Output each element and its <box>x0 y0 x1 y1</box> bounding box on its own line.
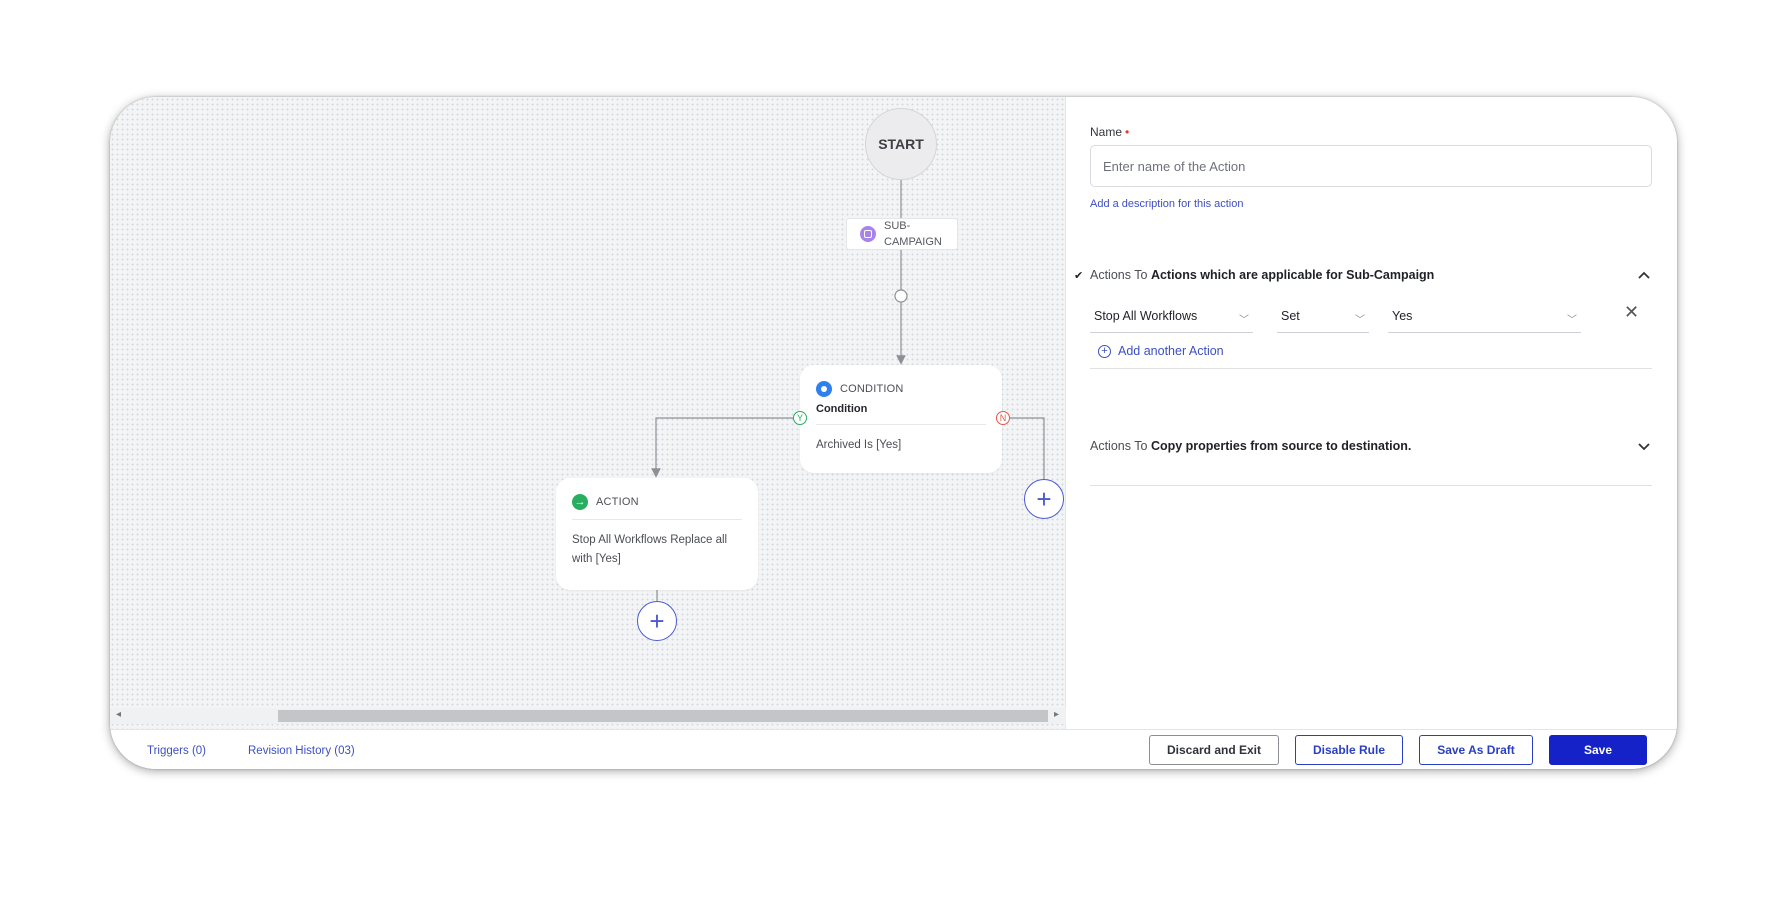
action-name-input[interactable] <box>1090 145 1652 187</box>
check-icon: ✔ <box>1074 269 1084 282</box>
section1-prefix: Actions To <box>1090 268 1148 282</box>
section-header-copy-properties[interactable]: Actions To Copy properties from source t… <box>1066 434 1677 458</box>
required-marker: • <box>1125 125 1130 139</box>
footer-bar: Triggers (0) Revision History (03) Disca… <box>110 729 1677 769</box>
chevron-down-icon[interactable] <box>1636 438 1652 454</box>
section2-prefix: Actions To <box>1090 439 1148 453</box>
action-field-select[interactable]: Stop All Workflows ﹀ <box>1090 305 1253 333</box>
action-card[interactable]: → ACTION Stop All Workflows Replace all … <box>556 478 758 590</box>
add-node-after-action-button[interactable]: + <box>637 601 677 641</box>
yes-branch-badge: Y <box>793 411 807 425</box>
plus-icon: + <box>649 606 665 636</box>
sub-campaign-icon <box>860 226 876 242</box>
chevron-down-icon: ﹀ <box>1355 315 1365 326</box>
scroll-right-icon[interactable]: ▸ <box>1054 709 1059 720</box>
action-operator-select[interactable]: Set ﹀ <box>1277 305 1369 333</box>
chevron-up-icon[interactable] <box>1636 267 1652 283</box>
plus-icon: + <box>1036 484 1052 514</box>
add-another-action-button[interactable]: + Add another Action <box>1098 344 1224 358</box>
save-as-draft-button[interactable]: Save As Draft <box>1419 735 1533 765</box>
condition-title: Condition <box>816 403 868 415</box>
action-value-select[interactable]: Yes ﹀ <box>1388 305 1581 333</box>
sub-campaign-label: SUB-CAMPAIGN <box>884 220 942 248</box>
workflow-canvas[interactable]: START SUB-CAMPAIGN CONDITION Condition A… <box>110 97 1066 729</box>
arrow-right-icon: → <box>572 494 588 510</box>
remove-action-close-icon[interactable]: ✕ <box>1624 302 1639 323</box>
discard-and-exit-button[interactable]: Discard and Exit <box>1149 735 1279 765</box>
condition-card[interactable]: CONDITION Condition Archived Is [Yes] <box>800 365 1002 473</box>
action-body: Stop All Workflows Replace all with [Yes… <box>572 534 728 565</box>
plus-circle-icon: + <box>1098 344 1111 358</box>
condition-icon <box>816 381 832 397</box>
section2-title: Copy properties from source to destinati… <box>1150 439 1412 453</box>
revision-history-link[interactable]: Revision History (03) <box>248 745 355 757</box>
action-settings-panel: Name• Add a description for this action … <box>1066 97 1677 729</box>
horizontal-scrollbar[interactable]: ◂ ▸ <box>110 708 1066 724</box>
add-description-link[interactable]: Add a description for this action <box>1090 198 1243 210</box>
add-another-action-label: Add another Action <box>1118 344 1224 358</box>
section-divider <box>1090 485 1652 486</box>
action-type-label: ACTION <box>596 496 639 508</box>
save-button[interactable]: Save <box>1549 735 1647 765</box>
scroll-left-icon[interactable]: ◂ <box>116 709 121 720</box>
add-node-no-branch-button[interactable]: + <box>1024 479 1064 519</box>
name-label: Name • <box>1090 125 1130 139</box>
section-header-sub-campaign-actions[interactable]: ✔ Actions To Actions which are applicabl… <box>1066 263 1677 287</box>
scrollbar-thumb[interactable] <box>278 710 1048 722</box>
condition-body: Archived Is [Yes] <box>816 439 902 451</box>
triggers-link[interactable]: Triggers (0) <box>147 745 206 757</box>
disable-rule-button[interactable]: Disable Rule <box>1295 735 1403 765</box>
chevron-down-icon: ﹀ <box>1239 315 1249 326</box>
condition-type-label: CONDITION <box>840 383 904 395</box>
start-node[interactable]: START <box>865 108 937 180</box>
sub-campaign-node[interactable]: SUB-CAMPAIGN <box>846 218 958 250</box>
rule-editor-window: START SUB-CAMPAIGN CONDITION Condition A… <box>110 97 1677 769</box>
chevron-down-icon: ﹀ <box>1567 315 1577 326</box>
section1-title: Actions which are applicable for Sub-Cam… <box>1150 268 1435 282</box>
section-divider <box>1090 368 1652 369</box>
no-branch-badge: N <box>996 411 1010 425</box>
